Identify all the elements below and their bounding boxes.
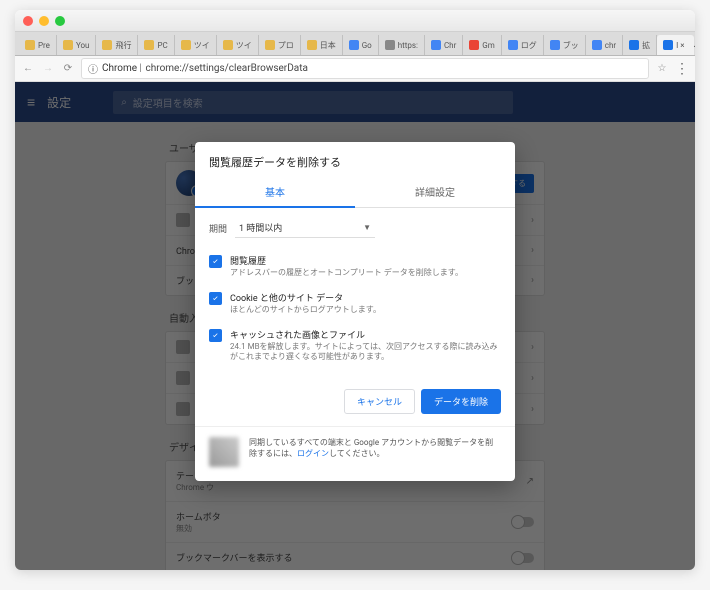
- menu-button[interactable]: ⋮: [675, 61, 689, 77]
- tab-label: ブッ: [563, 40, 579, 51]
- reload-button[interactable]: ⟳: [61, 62, 75, 76]
- favicon: [592, 40, 602, 50]
- clear-data-button[interactable]: データを削除: [421, 389, 501, 414]
- browser-tab[interactable]: PC: [138, 35, 174, 55]
- site-info-icon[interactable]: ⓘ: [88, 61, 98, 76]
- browser-tab[interactable]: ログ: [502, 35, 544, 55]
- favicon: [508, 40, 518, 50]
- browser-tab[interactable]: Go: [343, 35, 379, 55]
- option-title: キャッシュされた画像とファイル: [230, 328, 501, 341]
- tab-label: 飛行: [115, 40, 131, 51]
- option-description: ほとんどのサイトからログアウトします。: [230, 305, 501, 316]
- login-link[interactable]: ログイン: [297, 449, 329, 458]
- favicon: [63, 40, 73, 50]
- browser-tab[interactable]: I ×: [657, 35, 693, 55]
- clear-data-option: Cookie と他のサイト データほとんどのサイトからログアウトします。: [209, 285, 501, 322]
- tab-label: ツイ: [194, 40, 210, 51]
- tab-label: https:: [398, 41, 418, 50]
- tab-label: プロ: [278, 40, 294, 51]
- tab-label: PC: [157, 41, 167, 50]
- browser-tab[interactable]: プロ: [259, 35, 301, 55]
- favicon: [223, 40, 233, 50]
- favicon: [385, 40, 395, 50]
- tab-label: chr: [605, 41, 616, 50]
- chevron-down-icon: ▼: [363, 223, 371, 232]
- time-range-select[interactable]: 1 時間以内 ▼: [235, 218, 375, 238]
- browser-tab[interactable]: 日本: [301, 35, 343, 55]
- favicon: [629, 40, 639, 50]
- bookmark-button[interactable]: ☆: [655, 62, 669, 76]
- minimize-window-button[interactable]: [39, 16, 49, 26]
- tab-label: 日本: [320, 40, 336, 51]
- zoom-window-button[interactable]: [55, 16, 65, 26]
- browser-tab[interactable]: https:: [379, 35, 425, 55]
- close-window-button[interactable]: [23, 16, 33, 26]
- browser-tab[interactable]: ツイ: [217, 35, 259, 55]
- favicon: [181, 40, 191, 50]
- tab-label: Gm: [482, 41, 494, 50]
- url-text: chrome://settings/clearBrowserData: [146, 63, 308, 74]
- clear-browsing-data-dialog: 閲覧履歴データを削除する 基本 詳細設定 期間 1 時間以内 ▼ 閲覧履歴アドレ…: [195, 142, 515, 481]
- account-avatar: [209, 437, 239, 467]
- favicon: [102, 40, 112, 50]
- browser-tab[interactable]: ツイ: [175, 35, 217, 55]
- tab-label: Pre: [38, 41, 50, 50]
- tab-label: Chr: [444, 41, 456, 50]
- favicon: [307, 40, 317, 50]
- tab-label: Go: [362, 41, 372, 50]
- tab-label: You: [76, 41, 90, 50]
- tab-label: I ×: [676, 41, 684, 50]
- tab-label: ツイ: [236, 40, 252, 51]
- tab-advanced[interactable]: 詳細設定: [355, 176, 515, 207]
- browser-tab[interactable]: Chr: [425, 35, 463, 55]
- toolbar: ← → ⟳ ⓘ Chrome | chrome://settings/clear…: [15, 56, 695, 82]
- browser-tab[interactable]: Gm: [463, 35, 501, 55]
- favicon: [349, 40, 359, 50]
- favicon: [144, 40, 154, 50]
- tab-label: ログ: [521, 40, 537, 51]
- option-description: 24.1 MBを解放します。サイトによっては、次回アクセスする際に読み込みがこれ…: [230, 342, 501, 364]
- favicon: [469, 40, 479, 50]
- favicon: [25, 40, 35, 50]
- browser-tab[interactable]: You: [57, 35, 97, 55]
- window-titlebar: [15, 10, 695, 32]
- clear-data-option: 閲覧履歴アドレスバーの履歴とオートコンプリート データを削除します。: [209, 248, 501, 285]
- favicon: [431, 40, 441, 50]
- address-bar[interactable]: ⓘ Chrome | chrome://settings/clearBrowse…: [81, 58, 649, 79]
- url-scheme: Chrome: [102, 63, 137, 74]
- browser-tab[interactable]: Pre: [19, 35, 57, 55]
- checkbox[interactable]: [209, 292, 222, 305]
- favicon: [663, 40, 673, 50]
- period-label: 期間: [209, 222, 227, 235]
- sync-notice: 同期しているすべての端末と Google アカウントから閲覧データを削除するには…: [249, 437, 501, 459]
- browser-tab[interactable]: chr: [586, 35, 623, 55]
- tab-basic[interactable]: 基本: [195, 176, 355, 207]
- checkbox[interactable]: [209, 255, 222, 268]
- option-title: Cookie と他のサイト データ: [230, 291, 501, 304]
- new-tab-button[interactable]: +: [694, 40, 696, 55]
- checkbox[interactable]: [209, 329, 222, 342]
- cancel-button[interactable]: キャンセル: [344, 389, 415, 414]
- option-title: 閲覧履歴: [230, 254, 501, 267]
- tab-strip: Pre You 飛行 PC ツイ ツイ プロ 日本 Go https: Chr Gm ログ ブッ chr 拡 I…: [15, 32, 695, 56]
- browser-tab[interactable]: 飛行: [96, 35, 138, 55]
- back-button[interactable]: ←: [21, 62, 35, 76]
- forward-button[interactable]: →: [41, 62, 55, 76]
- dialog-title: 閲覧履歴データを削除する: [195, 142, 515, 176]
- modal-overlay[interactable]: 閲覧履歴データを削除する 基本 詳細設定 期間 1 時間以内 ▼ 閲覧履歴アドレ…: [15, 82, 695, 570]
- option-description: アドレスバーの履歴とオートコンプリート データを削除します。: [230, 268, 501, 279]
- browser-tab[interactable]: 拡: [623, 35, 657, 55]
- tab-label: 拡: [642, 40, 650, 51]
- clear-data-option: キャッシュされた画像とファイル24.1 MBを解放します。サイトによっては、次回…: [209, 322, 501, 370]
- favicon: [265, 40, 275, 50]
- browser-tab[interactable]: ブッ: [544, 35, 586, 55]
- favicon: [550, 40, 560, 50]
